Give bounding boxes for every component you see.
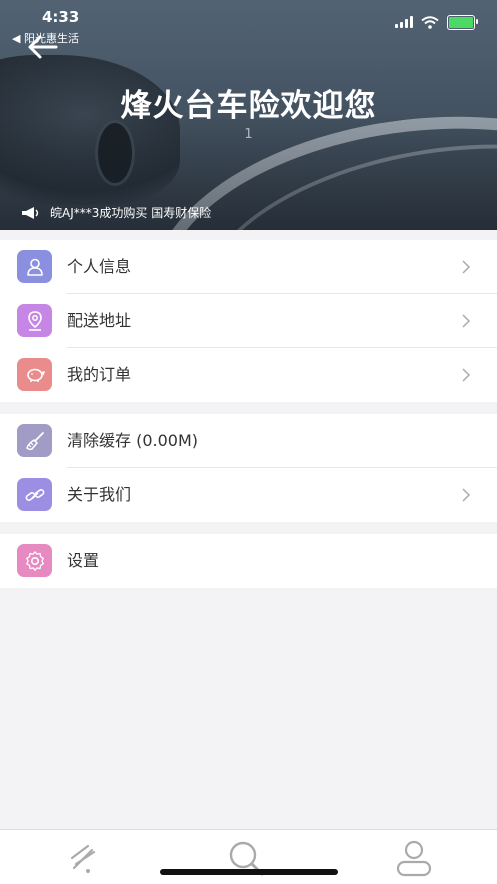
menu-item-label: 个人信息 <box>67 257 132 276</box>
menu-item-label: 我的订单 <box>67 365 132 384</box>
menu-item-label: 清除缓存 (0.00M) <box>67 431 199 450</box>
brush-icon <box>17 424 52 457</box>
menu-item-label: 关于我们 <box>67 485 132 504</box>
menu-item-about-us[interactable]: 关于我们 <box>0 468 497 522</box>
battery-icon <box>447 14 478 30</box>
megaphone-icon <box>22 206 39 219</box>
feather-icon[interactable] <box>64 838 104 878</box>
status-icons <box>395 14 478 30</box>
menu-group-app: 清除缓存 (0.00M) 关于我们 <box>0 414 497 522</box>
gear-icon <box>17 544 52 577</box>
menu-item-label: 配送地址 <box>67 311 132 330</box>
chevron-right-icon <box>462 260 471 274</box>
piggy-bank-icon <box>17 358 52 391</box>
home-indicator <box>160 869 338 875</box>
link-icon <box>17 478 52 511</box>
menu-item-delivery-address[interactable]: 配送地址 <box>0 294 497 348</box>
page-title: 烽火台车险欢迎您 <box>120 88 377 124</box>
menu-group-account: 个人信息 配送地址 我的订单 <box>0 240 497 402</box>
back-arrow-icon[interactable] <box>26 34 58 60</box>
bottom-tab-bar <box>0 829 497 884</box>
chevron-right-icon <box>462 368 471 382</box>
menu-item-personal-info[interactable]: 个人信息 <box>0 240 497 294</box>
menu-item-label: 设置 <box>67 551 100 570</box>
banner-slide-index: 1 <box>244 127 253 142</box>
menu-item-clear-cache[interactable]: 清除缓存 (0.00M) <box>0 414 497 468</box>
user-icon[interactable] <box>394 838 434 878</box>
chevron-right-icon <box>462 488 471 502</box>
wifi-icon <box>421 15 439 29</box>
cellular-signal-icon <box>395 16 413 28</box>
purchase-notice: 皖AJ***3成功购买 国寿财保险 <box>20 204 211 221</box>
menu-item-settings[interactable]: 设置 <box>0 534 497 588</box>
status-time: 4:33 <box>42 8 80 26</box>
person-icon <box>17 250 52 283</box>
chevron-right-icon <box>462 314 471 328</box>
notice-text: 皖AJ***3成功购买 国寿财保险 <box>50 206 212 220</box>
menu-item-my-orders[interactable]: 我的订单 <box>0 348 497 402</box>
menu-group-settings: 设置 <box>0 534 497 588</box>
header-banner: 4:33 ◀ 阳光惠生活 烽火台车险欢迎您 1 皖AJ***3成功购买 国寿财保… <box>0 0 497 230</box>
location-pin-icon <box>17 304 52 337</box>
